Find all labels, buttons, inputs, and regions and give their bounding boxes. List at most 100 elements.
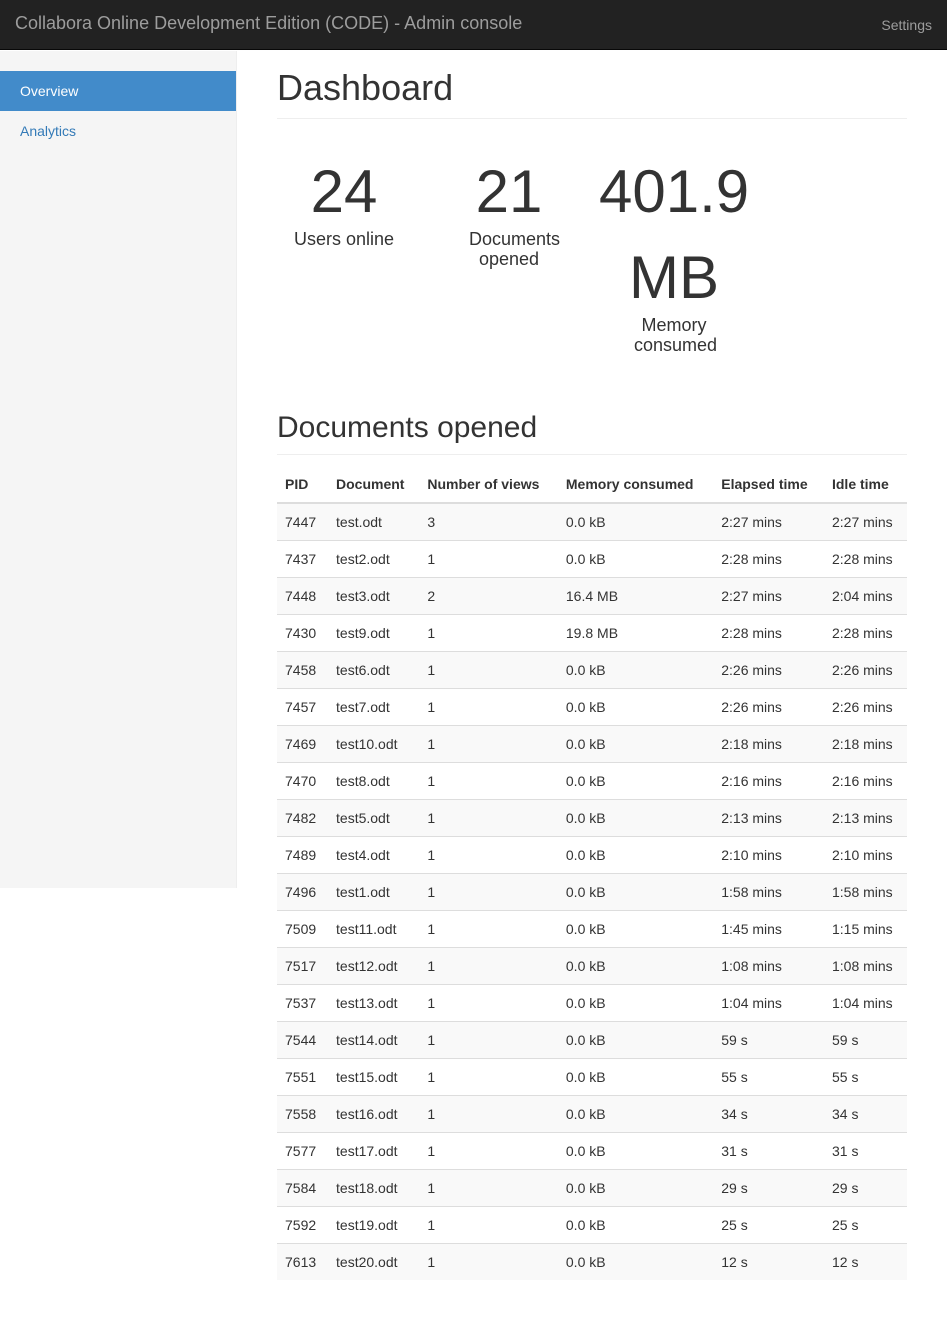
pid-cell: 7430 xyxy=(277,614,329,652)
table-row[interactable]: 7496 test1.odt 1 0.0 kB 1:58 mins 1:58 mins xyxy=(277,873,907,911)
elapsed-cell: 2:10 mins xyxy=(713,836,824,874)
elapsed-cell: 1:58 mins xyxy=(713,873,824,911)
users-online-count: 24 xyxy=(310,158,378,225)
document-cell: test15.odt xyxy=(328,1058,420,1096)
views-cell: 1 xyxy=(419,651,558,689)
settings-link[interactable]: Settings xyxy=(881,17,932,33)
documents-opened-count: 21 xyxy=(475,158,543,225)
views-cell: 1 xyxy=(419,836,558,874)
column-header-memory[interactable]: Memory consumed xyxy=(557,465,714,504)
table-row[interactable]: 7551 test15.odt 1 0.0 kB 55 s 55 s xyxy=(277,1058,907,1096)
memory-cell: 0.0 kB xyxy=(557,799,714,837)
document-cell: test3.odt xyxy=(328,577,420,615)
memory-consumed-label: Memory consumed xyxy=(634,315,718,355)
pid-cell: 7537 xyxy=(277,984,329,1022)
memory-cell: 0.0 kB xyxy=(557,1021,714,1059)
pid-cell: 7482 xyxy=(277,799,329,837)
document-cell: test6.odt xyxy=(328,651,420,689)
memory-cell: 0.0 kB xyxy=(557,873,714,911)
document-cell: test12.odt xyxy=(328,947,420,985)
table-row[interactable]: 7469 test10.odt 1 0.0 kB 2:18 mins 2:18 mins xyxy=(277,725,907,763)
column-header-pid[interactable]: PID xyxy=(277,465,329,504)
stat-documents-opened: 21 Documents opened xyxy=(434,149,584,269)
elapsed-cell: 2:26 mins xyxy=(713,688,824,726)
stat-memory-consumed: 401.9 MB Memory consumed xyxy=(599,149,749,355)
table-row[interactable]: 7537 test13.odt 1 0.0 kB 1:04 mins 1:04 mins xyxy=(277,984,907,1022)
document-cell: test19.odt xyxy=(328,1206,420,1244)
memory-cell: 0.0 kB xyxy=(565,514,606,530)
sidebar-nav: Overview Analytics xyxy=(0,71,236,151)
pid-cell: 7469 xyxy=(277,725,329,763)
table-row[interactable]: 7558 test16.odt 1 0.0 kB 34 s 34 s xyxy=(277,1095,907,1133)
pid-cell: 7470 xyxy=(277,762,329,800)
document-cell: test14.odt xyxy=(328,1021,420,1059)
pid-cell: 7457 xyxy=(277,688,329,726)
memory-cell: 0.0 kB xyxy=(557,836,714,874)
views-cell: 3 xyxy=(427,514,436,530)
views-cell: 1 xyxy=(419,540,558,578)
column-header-document[interactable]: Document xyxy=(328,465,420,504)
idle-cell: 2:04 mins xyxy=(823,577,907,615)
elapsed-cell: 2:16 mins xyxy=(713,762,824,800)
documents-table: PID Document Number of views Memory cons… xyxy=(277,465,907,1280)
table-row[interactable]: 7544 test14.odt 1 0.0 kB 59 s 59 s xyxy=(277,1021,907,1059)
views-cell: 1 xyxy=(419,799,558,837)
table-row[interactable]: 7448 test3.odt 2 16.4 MB 2:27 mins 2:04 mins xyxy=(277,577,907,615)
memory-cell: 0.0 kB xyxy=(557,947,714,985)
idle-cell: 55 s xyxy=(823,1058,907,1096)
memory-cell: 0.0 kB xyxy=(557,1132,714,1170)
table-row[interactable]: 7517 test12.odt 1 0.0 kB 1:08 mins 1:08 mins xyxy=(277,947,907,985)
column-header-elapsed[interactable]: Elapsed time xyxy=(713,465,824,504)
memory-cell: 0.0 kB xyxy=(557,688,714,726)
elapsed-cell: 2:28 mins xyxy=(713,614,824,652)
app-title[interactable]: Collabora Online Development Edition (CO… xyxy=(15,13,522,34)
idle-cell: 31 s xyxy=(823,1132,907,1170)
sidebar-item-overview: Overview xyxy=(0,71,236,111)
table-row[interactable]: 7437 test2.odt 1 0.0 kB 2:28 mins 2:28 mins xyxy=(277,540,907,578)
pid-cell: 7544 xyxy=(277,1021,329,1059)
views-cell: 1 xyxy=(419,873,558,911)
views-cell: 1 xyxy=(419,910,558,948)
pid-cell: 7458 xyxy=(277,651,329,689)
document-cell: test4.odt xyxy=(328,836,420,874)
document-cell: test8.odt xyxy=(328,762,420,800)
views-cell: 1 xyxy=(419,1206,558,1244)
sidebar-link-overview[interactable]: Overview xyxy=(0,71,236,111)
table-row[interactable]: 7470 test8.odt 1 0.0 kB 2:16 mins 2:16 mins xyxy=(277,762,907,800)
dashboard-header: Dashboard xyxy=(277,51,907,119)
table-row[interactable]: 7577 test17.odt 1 0.0 kB 31 s 31 s xyxy=(277,1132,907,1170)
idle-cell: 1:15 mins xyxy=(823,910,907,948)
memory-cell: 0.0 kB xyxy=(557,1095,714,1133)
table-row[interactable]: 7584 test18.odt 1 0.0 kB 29 s 29 s xyxy=(277,1169,907,1207)
pid-cell: 7437 xyxy=(277,540,329,578)
views-cell: 1 xyxy=(419,1243,558,1280)
views-cell: 1 xyxy=(419,947,558,985)
column-header-idle[interactable]: Idle time xyxy=(823,465,907,504)
elapsed-cell: 1:08 mins xyxy=(713,947,824,985)
views-cell: 1 xyxy=(419,614,558,652)
document-cell: test13.odt xyxy=(328,984,420,1022)
idle-cell: 2:13 mins xyxy=(823,799,907,837)
table-row[interactable]: 7592 test19.odt 1 0.0 kB 25 s 25 s xyxy=(277,1206,907,1244)
document-cell: test20.odt xyxy=(328,1243,420,1280)
idle-cell: 2:27 mins xyxy=(831,514,893,530)
memory-cell: 0.0 kB xyxy=(557,762,714,800)
table-row[interactable]: 7458 test6.odt 1 0.0 kB 2:26 mins 2:26 mins xyxy=(277,651,907,689)
column-header-views[interactable]: Number of views xyxy=(419,465,558,504)
table-row[interactable]: 7430 test9.odt 1 19.8 MB 2:28 mins 2:28 mins xyxy=(277,614,907,652)
views-cell: 1 xyxy=(419,725,558,763)
table-row[interactable]: 7447 test.odt 3 0.0 kB 2:27 mins 2:27 mins xyxy=(277,503,907,541)
idle-cell: 25 s xyxy=(823,1206,907,1244)
table-row[interactable]: 7482 test5.odt 1 0.0 kB 2:13 mins 2:13 mins xyxy=(277,799,907,837)
sidebar-link-analytics[interactable]: Analytics xyxy=(0,111,236,151)
table-row[interactable]: 7489 test4.odt 1 0.0 kB 2:10 mins 2:10 mins xyxy=(277,836,907,874)
idle-cell: 2:10 mins xyxy=(823,836,907,874)
pid-cell: 7558 xyxy=(277,1095,329,1133)
table-row[interactable]: 7457 test7.odt 1 0.0 kB 2:26 mins 2:26 mins xyxy=(277,688,907,726)
table-row[interactable]: 7613 test20.odt 1 0.0 kB 12 s 12 s xyxy=(277,1243,907,1280)
memory-cell: 19.8 MB xyxy=(557,614,714,652)
elapsed-cell: 2:26 mins xyxy=(713,651,824,689)
memory-cell: 0.0 kB xyxy=(557,1206,714,1244)
table-row[interactable]: 7509 test11.odt 1 0.0 kB 1:45 mins 1:15 mins xyxy=(277,910,907,948)
pid-cell: 7496 xyxy=(277,873,329,911)
